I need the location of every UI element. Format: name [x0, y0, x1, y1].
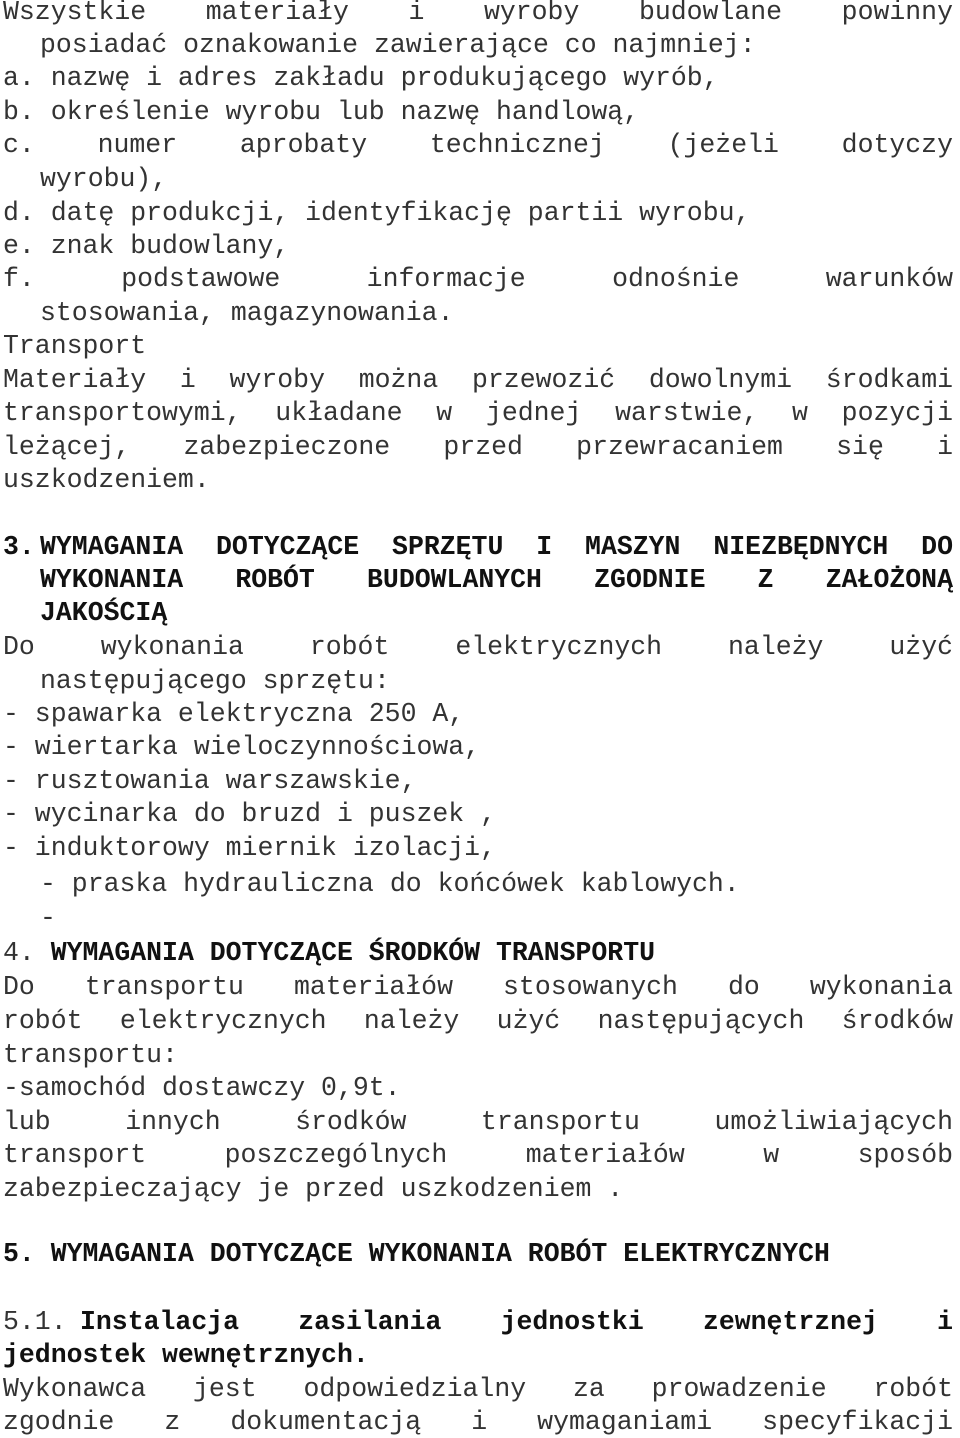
subsection-5-1-heading-line: Instalacja zasilania jednostki zewnętrzn… — [80, 1307, 953, 1337]
transport-vehicle-item: -samochód dostawczy 0,9t. — [3, 1073, 401, 1103]
subsection-5-1-paragraph-line: Wykonawca jest odpowiedzialny za prowadz… — [3, 1374, 953, 1404]
section-4-number: 4. — [3, 938, 35, 968]
transport-heading: Transport — [3, 331, 147, 361]
section-3-heading-line: JAKOŚCIĄ — [40, 598, 168, 628]
transport-paragraph-line: leżącej, zabezpieczone przed przewracani… — [3, 432, 953, 462]
equipment-list-item: - wiertarka wieloczynnościowa, — [3, 732, 481, 762]
marking-item-f-cont: stosowania, magazynowania. — [40, 298, 454, 328]
section-3-number: 3. — [3, 532, 35, 562]
equipment-list-item: - wycinarka do bruzd i puszek , — [3, 799, 496, 829]
marking-item-b: b. określenie wyrobu lub nazwę handlową, — [3, 97, 640, 127]
equipment-list-item: - spawarka elektryczna 250 A, — [3, 699, 465, 729]
equipment-list-item: - — [40, 903, 56, 933]
section-3-heading-line: WYKONANIA ROBÓT BUDOWLANYCH ZGODNIE Z ZA… — [40, 565, 953, 595]
section-4-paragraph-line: robót elektrycznych należy użyć następuj… — [3, 1006, 953, 1036]
subsection-5-1-paragraph-line: zgodnie z dokumentacją i wymaganiami spe… — [3, 1407, 953, 1437]
intro-line-1: Wszystkie materiały i wyroby budowlane p… — [3, 0, 953, 27]
marking-item-f: f. podstawowe informacje odnośnie warunk… — [3, 264, 953, 294]
section-4-paragraph-line: Do transportu materiałów stosowanych do … — [3, 972, 953, 1002]
equipment-intro-line: następującego sprzętu: — [40, 666, 390, 696]
marking-item-c-cont: wyrobu), — [40, 164, 168, 194]
section-3-heading-line: WYMAGANIA DOTYCZĄCE SPRZĘTU I MASZYN NIE… — [40, 532, 953, 562]
transport-paragraph-line: Materiały i wyroby można przewozić dowol… — [3, 365, 953, 395]
section-4-paragraph-line: transport poszczególnych materiałów w sp… — [3, 1140, 953, 1170]
equipment-intro-line: Do wykonania robót elektrycznych należy … — [3, 632, 953, 662]
section-4-paragraph-line: zabezpieczający je przed uszkodzeniem . — [3, 1174, 624, 1204]
subsection-5-1-number: 5.1. — [3, 1307, 67, 1337]
transport-paragraph-line: transportowymi, układane w jednej warstw… — [3, 398, 953, 428]
section-4-paragraph-line: transportu: — [3, 1040, 178, 1070]
marking-item-c: c. numer aprobaty technicznej (jeżeli do… — [3, 130, 953, 160]
section-4-title: WYMAGANIA DOTYCZĄCE ŚRODKÓW TRANSPORTU — [50, 938, 656, 968]
marking-item-e: e. znak budowlany, — [3, 231, 290, 261]
marking-item-a: a. nazwę i adres zakładu produkującego w… — [3, 63, 719, 93]
document-page: Wszystkie materiały i wyroby budowlane p… — [0, 0, 960, 1438]
section-4-heading: 4. WYMAGANIA DOTYCZĄCE ŚRODKÓW TRANSPORT… — [3, 938, 953, 968]
marking-item-d: d. datę produkcji, identyfikację partii … — [3, 198, 751, 228]
intro-line-2: posiadać oznakowanie zawierające co najm… — [40, 30, 756, 60]
section-5-number: 5. — [3, 1239, 35, 1269]
equipment-list-item: - induktorowy miernik izolacji, — [3, 833, 496, 863]
equipment-list-item: - rusztowania warszawskie, — [3, 766, 417, 796]
section-4-paragraph-line: lub innych środków transportu umożliwiaj… — [3, 1107, 953, 1137]
subsection-5-1-heading-line: jednostek wewnętrznych. — [3, 1340, 369, 1370]
section-5-title: WYMAGANIA DOTYCZĄCE WYKONANIA ROBÓT ELEK… — [50, 1239, 830, 1269]
equipment-list-item: - praska hydrauliczna do końcówek kablow… — [40, 869, 740, 899]
transport-paragraph-line: uszkodzeniem. — [3, 465, 210, 495]
section-5-heading: 5. WYMAGANIA DOTYCZĄCE WYKONANIA ROBÓT E… — [3, 1239, 953, 1269]
